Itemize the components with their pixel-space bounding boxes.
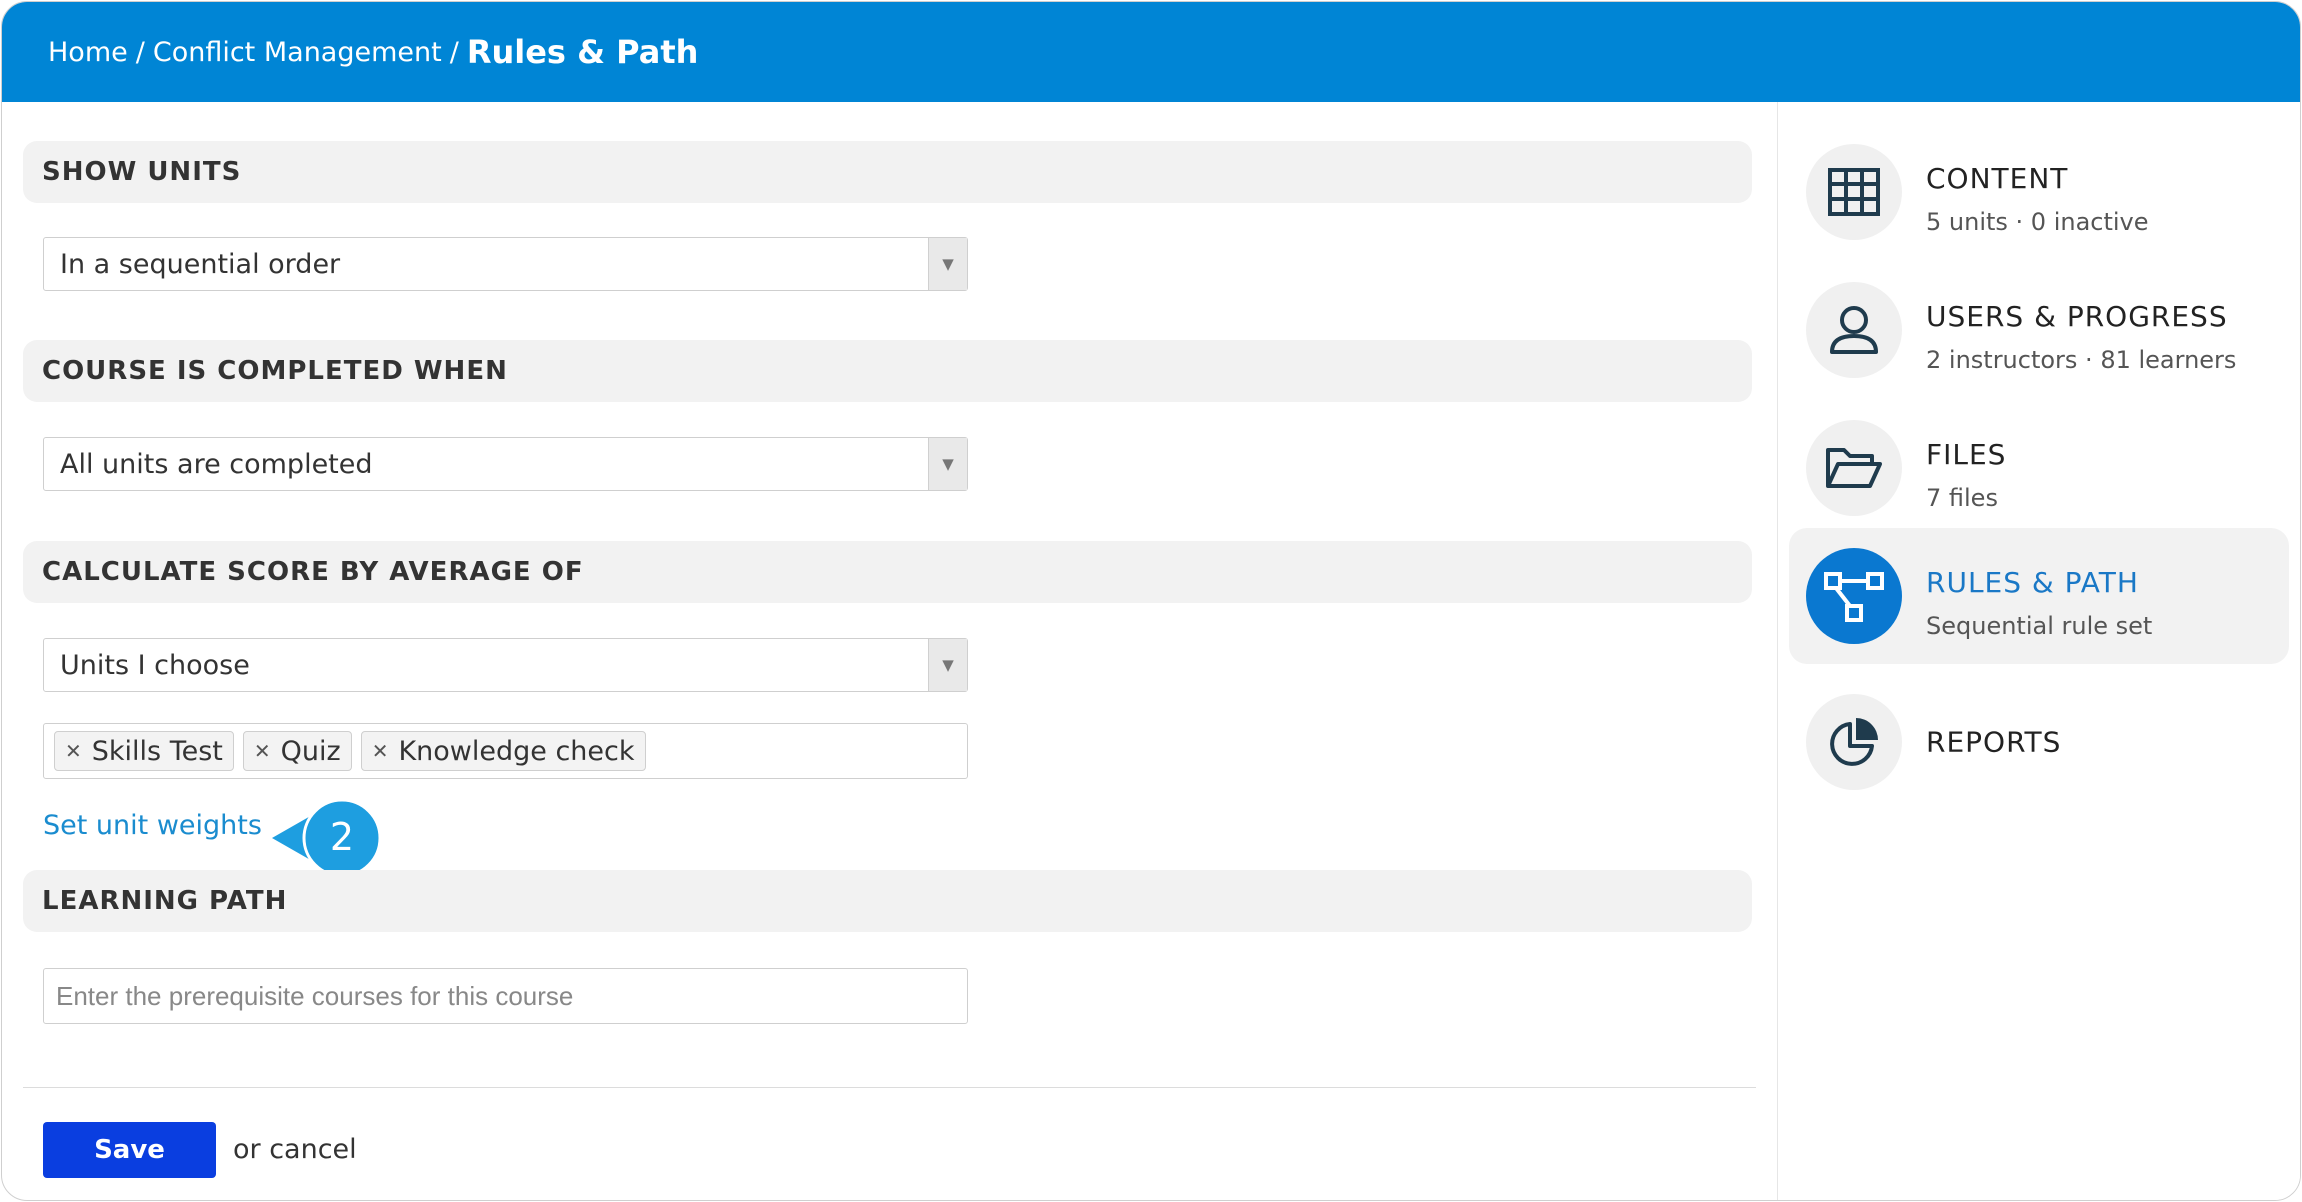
sidebar-item-subtitle: 2 instructors · 81 learners (1926, 346, 2237, 374)
sidebar-item-title: RULES & PATH (1926, 566, 2139, 599)
sidebar-item-content[interactable]: CONTENT 5 units · 0 inactive (1789, 124, 2289, 260)
flow-icon (1806, 548, 1902, 644)
sidebar-item-title: REPORTS (1926, 725, 2062, 759)
remove-tag-icon[interactable]: ✕ (372, 739, 389, 763)
cancel-link[interactable]: or cancel (233, 1134, 357, 1165)
section-header-show-units: SHOW UNITS (23, 141, 1752, 203)
callout-number: 2 (330, 815, 354, 859)
sidebar-item-subtitle: 5 units · 0 inactive (1926, 208, 2149, 236)
sidebar-item-title: USERS & PROGRESS (1926, 300, 2228, 333)
app-window: Home / Conflict Management / Rules & Pat… (1, 1, 2301, 1201)
chevron-down-icon[interactable]: ▼ (928, 438, 967, 490)
sidebar-item-subtitle: 7 files (1926, 484, 1998, 512)
select-value: In a sequential order (60, 248, 341, 280)
section-title: SHOW UNITS (42, 157, 242, 187)
chevron-down-icon[interactable]: ▼ (928, 238, 967, 290)
select-value: All units are completed (60, 448, 373, 480)
tag-knowledge-check: ✕ Knowledge check (360, 731, 646, 771)
breadcrumb-separator: / (135, 36, 145, 68)
sidebar-item-users-progress[interactable]: USERS & PROGRESS 2 instructors · 81 lear… (1789, 262, 2289, 398)
sidebar-item-title: CONTENT (1926, 162, 2069, 195)
divider (23, 1087, 1756, 1088)
grid-icon (1806, 144, 1902, 240)
sidebar-item-reports[interactable]: REPORTS (1789, 674, 2289, 810)
tag-label: Knowledge check (398, 735, 635, 767)
rules-form: SHOW UNITS In a sequential order ▼ COURS… (2, 102, 1777, 1200)
tag-label: Skills Test (91, 735, 223, 767)
select-value: Units I choose (60, 649, 250, 681)
tag-label: Quiz (280, 735, 341, 767)
section-title: COURSE IS COMPLETED WHEN (42, 356, 508, 386)
completion-select[interactable]: All units are completed ▼ (43, 437, 968, 491)
score-select[interactable]: Units I choose ▼ (43, 638, 968, 692)
breadcrumb-course[interactable]: Conflict Management (153, 37, 442, 68)
breadcrumb-separator: / (449, 36, 459, 68)
section-header-completion: COURSE IS COMPLETED WHEN (23, 340, 1752, 402)
sidebar-item-title: FILES (1926, 438, 2007, 471)
sidebar-item-rules-path[interactable]: RULES & PATH Sequential rule set (1789, 528, 2289, 664)
sidebar-item-files[interactable]: FILES 7 files (1789, 400, 2289, 536)
breadcrumb: Home / Conflict Management / Rules & Pat… (2, 2, 2300, 102)
chevron-down-icon[interactable]: ▼ (928, 639, 967, 691)
step-callout-badge: 2 (272, 798, 382, 878)
prerequisite-courses-input[interactable] (43, 968, 968, 1024)
user-icon (1806, 282, 1902, 378)
remove-tag-icon[interactable]: ✕ (254, 739, 271, 763)
show-units-select[interactable]: In a sequential order ▼ (43, 237, 968, 291)
section-header-learning-path: LEARNING PATH (23, 870, 1752, 932)
page-title: Rules & Path (466, 33, 699, 71)
unit-tags-input[interactable]: ✕ Skills Test ✕ Quiz ✕ Knowledge check (43, 723, 968, 779)
tag-quiz: ✕ Quiz (242, 731, 352, 771)
section-header-score: CALCULATE SCORE BY AVERAGE OF (23, 541, 1752, 603)
breadcrumb-home[interactable]: Home (48, 37, 128, 68)
sidebar-item-subtitle: Sequential rule set (1926, 612, 2153, 640)
remove-tag-icon[interactable]: ✕ (65, 739, 82, 763)
section-title: LEARNING PATH (42, 886, 288, 916)
section-title: CALCULATE SCORE BY AVERAGE OF (42, 557, 584, 587)
pie-chart-icon (1806, 694, 1902, 790)
save-button[interactable]: Save (43, 1122, 216, 1178)
tag-skills-test: ✕ Skills Test (54, 731, 234, 771)
set-unit-weights-link[interactable]: Set unit weights (43, 810, 262, 841)
folder-icon (1806, 420, 1902, 516)
course-sidebar: CONTENT 5 units · 0 inactive USERS & PRO… (1777, 102, 2300, 1200)
